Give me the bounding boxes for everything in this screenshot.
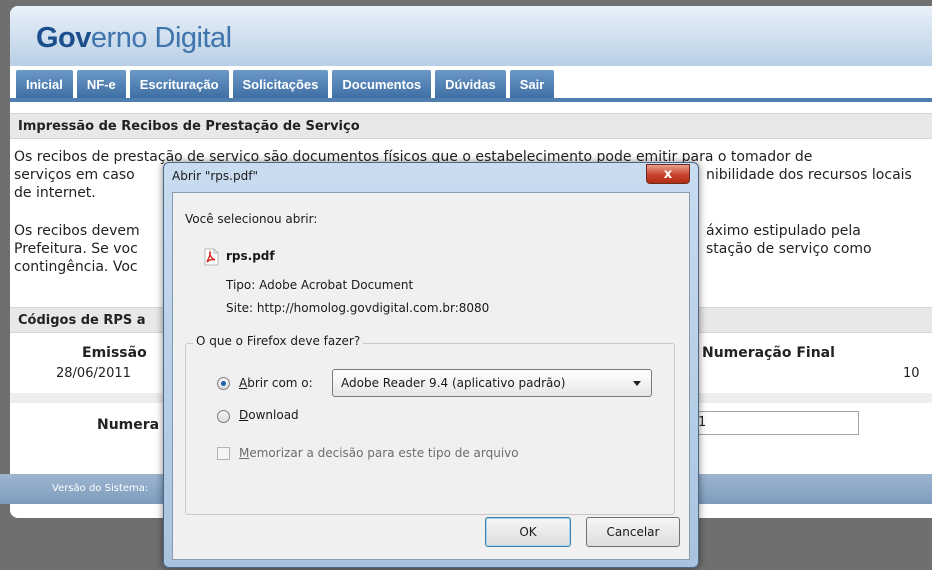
open-with-select[interactable]: Adobe Reader 9.4 (aplicativo padrão) <box>332 369 652 397</box>
site-logo[interactable]: Governo Digital <box>36 22 232 55</box>
tab-sair[interactable]: Sair <box>509 70 555 98</box>
numera-label: Numera <box>97 417 160 433</box>
close-icon[interactable]: x <box>646 164 690 184</box>
footer-version-text: Versão do Sistema: <box>52 483 149 494</box>
tabs-underline <box>10 98 932 102</box>
open-with-accesskey: A <box>239 376 248 390</box>
paragraph-1-line-2-right: nibilidade dos recursos locais <box>706 167 912 183</box>
tab-nfe[interactable]: NF-e <box>76 70 126 98</box>
dialog-title: Abrir "rps.pdf" <box>172 169 258 183</box>
dialog-intro: Você selecionou abrir: <box>185 212 318 226</box>
numeracao-final-label: Numeração Final <box>702 345 835 361</box>
open-with-label-rest: brir com o: <box>247 376 313 390</box>
open-with-label[interactable]: Abrir com o: <box>239 376 313 390</box>
tipo-label: Tipo: <box>226 278 256 292</box>
paragraph-1-line-2-left: serviços em caso <box>14 167 135 183</box>
site-value: http://homolog.govdigital.com.br:8080 <box>256 301 490 315</box>
paragraph-2-line-2-left: Prefeitura. Se voc <box>14 241 138 257</box>
paragraph-1-line-3: de internet. <box>14 185 96 201</box>
emissao-value: 28/06/2011 <box>56 366 131 381</box>
paragraph-2-line-1-left: Os recibos devem <box>14 223 140 239</box>
cancel-button[interactable]: Cancelar <box>586 517 680 547</box>
download-label-rest: ownload <box>248 408 299 422</box>
paragraph-2-line-2-right: stação de serviço como <box>706 241 872 257</box>
pdf-icon <box>204 248 219 266</box>
emissao-label: Emissão <box>82 345 147 361</box>
site-label: Site: <box>226 301 254 315</box>
remember-accesskey: M <box>239 446 250 460</box>
file-name: rps.pdf <box>226 249 275 263</box>
brand-bold: Gov <box>36 22 91 54</box>
remember-label-rest: emorizar a decisão para este tipo de arq… <box>249 446 519 460</box>
remember-checkbox[interactable] <box>217 447 230 460</box>
download-label[interactable]: Download <box>239 408 299 422</box>
tab-solicitacoes[interactable]: Solicitações <box>232 70 329 98</box>
close-label: x <box>663 166 673 182</box>
numeracao-input[interactable]: 1 <box>693 411 859 435</box>
numeracao-final-value: 10 <box>903 366 920 381</box>
open-with-app: Adobe Reader 9.4 (aplicativo padrão) <box>341 376 566 390</box>
site-header: Governo Digital <box>10 6 932 66</box>
brand-rest: erno Digital <box>90 22 232 54</box>
chevron-down-icon <box>633 381 641 386</box>
open-with-radio[interactable] <box>217 377 230 390</box>
paragraph-2-line-1-right: áximo estipulado pela <box>706 223 861 239</box>
tab-duvidas[interactable]: Dúvidas <box>435 70 506 98</box>
download-accesskey: D <box>239 408 249 422</box>
nav-tabs: Inicial NF-e Escrituração Solicitações D… <box>16 70 555 98</box>
paragraph-2-line-3-left: contingência. Voc <box>14 259 138 275</box>
remember-label[interactable]: Memorizar a decisão para este tipo de ar… <box>239 446 519 460</box>
file-site: Site: http://homolog.govdigital.com.br:8… <box>226 301 489 315</box>
download-radio[interactable] <box>217 410 230 423</box>
open-file-dialog: Abrir "rps.pdf" x Você selecionou abrir:… <box>163 162 699 568</box>
section-title: Impressão de Recibos de Prestação de Ser… <box>10 113 932 139</box>
dialog-body: Você selecionou abrir: rps.pdf Tipo: Ado… <box>172 192 690 560</box>
tab-documentos[interactable]: Documentos <box>332 70 432 98</box>
tab-inicial[interactable]: Inicial <box>16 70 73 98</box>
tipo-value: Adobe Acrobat Document <box>259 278 414 292</box>
action-group-title: O que o Firefox deve fazer? <box>193 334 364 348</box>
file-type: Tipo: Adobe Acrobat Document <box>226 278 413 292</box>
ok-button[interactable]: OK <box>485 517 571 547</box>
tab-escrituracao[interactable]: Escrituração <box>129 70 229 98</box>
